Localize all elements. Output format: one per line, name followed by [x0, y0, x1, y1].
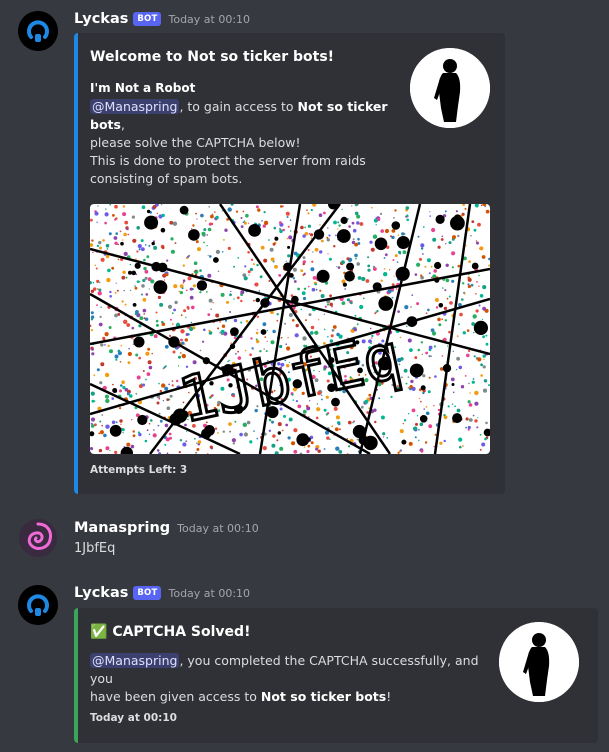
embed-thumbnail[interactable] — [499, 622, 579, 702]
embed-title: ✅ CAPTCHA Solved! — [90, 624, 250, 640]
embed-description: @Manaspring, you completed the CAPTCHA s… — [90, 652, 490, 706]
embed-footer: Attempts Left: 3 — [90, 464, 188, 476]
message-content: 1JbfEq — [74, 541, 116, 556]
embed-title-text: CAPTCHA Solved! — [112, 624, 251, 640]
embed-accent-bar — [74, 608, 78, 743]
timestamp[interactable]: Today at 00:10 — [177, 522, 259, 535]
check-mark-icon: ✅ — [90, 624, 108, 640]
person-silhouette-icon — [499, 622, 579, 702]
author-name[interactable]: Lyckas — [74, 585, 128, 601]
author-name[interactable]: Manaspring — [74, 520, 170, 536]
user-mention[interactable]: @Manaspring — [90, 653, 180, 668]
subtitle-text: I'm Not a Robot — [90, 81, 196, 95]
embed-subtitle: I'm Not a Robot — [90, 79, 195, 97]
person-silhouette-icon — [410, 48, 490, 128]
desc-text: , — [120, 117, 125, 132]
user-avatar[interactable] — [18, 518, 58, 558]
welcome-embed: Welcome to Not so ticker bots! I'm Not a… — [74, 33, 505, 494]
message-header: Lyckas BOT Today at 00:10 — [74, 583, 250, 603]
embed-description: @Manaspring, to gain access to Not so ti… — [90, 98, 410, 152]
bot-tag: BOT — [133, 586, 162, 600]
bot-avatar[interactable] — [18, 11, 58, 51]
spiral-logo-icon — [19, 519, 57, 557]
embed-description-2: This is done to protect the server from … — [90, 152, 410, 188]
timestamp[interactable]: Today at 00:10 — [168, 13, 250, 26]
message-header: Lyckas BOT Today at 00:10 — [74, 9, 250, 29]
desc-text: ! — [386, 689, 392, 704]
captcha-image[interactable]: 1JbfEq — [90, 204, 490, 454]
author-name[interactable]: Lyckas — [74, 11, 128, 27]
solved-embed: ✅ CAPTCHA Solved! @Manaspring, you compl… — [74, 608, 598, 743]
bot-avatar[interactable] — [18, 585, 58, 625]
server-name: Not so ticker bots — [260, 689, 387, 704]
message-header: Manaspring Today at 00:10 — [74, 518, 259, 538]
desc-text: consisting of spam bots. — [90, 171, 243, 186]
captcha-graphic: 1JbfEq — [90, 204, 490, 454]
embed-thumbnail[interactable] — [410, 48, 490, 128]
bot-tag: BOT — [133, 12, 162, 26]
desc-text: have been given access to — [90, 689, 261, 704]
embed-accent-bar — [74, 33, 78, 494]
power-logo-icon — [18, 11, 58, 51]
embed-title: Welcome to Not so ticker bots! — [90, 49, 335, 65]
user-mention[interactable]: @Manaspring — [90, 99, 180, 114]
desc-text: please solve the CAPTCHA below! — [90, 135, 301, 150]
desc-text: , to gain access to — [179, 99, 298, 114]
desc-text: This is done to protect the server from … — [90, 153, 366, 168]
embed-footer: Today at 00:10 — [90, 712, 177, 724]
power-logo-icon — [18, 585, 58, 625]
timestamp[interactable]: Today at 00:10 — [168, 587, 250, 600]
